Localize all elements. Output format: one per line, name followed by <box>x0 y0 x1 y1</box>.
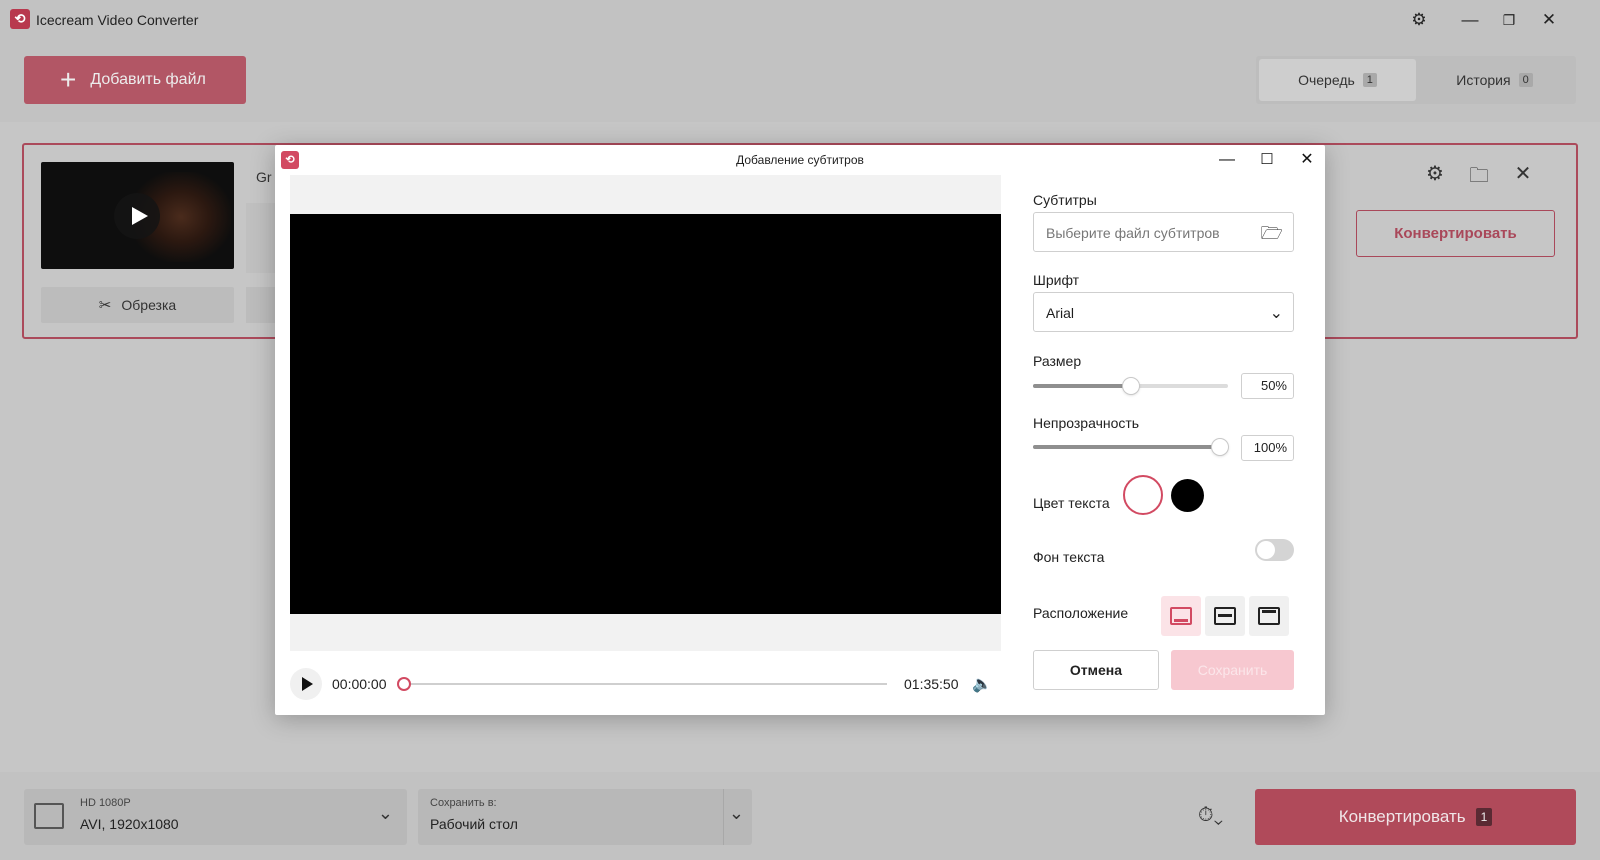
opacity-value[interactable]: 100% <box>1241 435 1294 461</box>
add-subtitles-dialog: ⟲ Добавление субтитров — ☐ ✕ 00:00:00 01… <box>275 145 1325 715</box>
size-label: Размер <box>1033 353 1082 369</box>
color-swatch-white[interactable] <box>1123 475 1163 515</box>
film-icon <box>34 803 64 829</box>
chevron-down-icon: ⌄ <box>1269 305 1283 322</box>
tab-queue-label: Очередь <box>1298 72 1355 88</box>
dialog-close-icon[interactable]: ✕ <box>1293 147 1321 173</box>
plus-icon: + <box>60 64 77 95</box>
position-top-button[interactable] <box>1249 596 1289 636</box>
opacity-slider-handle[interactable] <box>1212 439 1228 455</box>
dialog-title: Добавление субтитров <box>736 153 864 167</box>
opacity-slider[interactable] <box>1033 439 1228 455</box>
chevron-down-icon[interactable]: ⌄ <box>729 803 744 824</box>
position-middle-button[interactable] <box>1205 596 1245 636</box>
thumbnail-play-icon[interactable] <box>114 193 160 239</box>
save-to-label: Сохранить в: <box>430 797 497 809</box>
chevron-down-icon: ⌄ <box>377 803 393 823</box>
convert-all-count: 1 <box>1475 808 1493 826</box>
font-value: Arial <box>1046 305 1075 321</box>
open-folder-icon[interactable]: 🗁 <box>1261 221 1283 251</box>
file-settings-gear-icon[interactable]: ⚙ <box>1422 161 1448 186</box>
position-top-icon <box>1258 607 1280 625</box>
text-bg-toggle[interactable] <box>1255 539 1294 561</box>
cancel-button[interactable]: Отмена <box>1033 650 1159 690</box>
tab-history-count: 0 <box>1518 73 1533 87</box>
add-file-label: Добавить файл <box>90 71 206 88</box>
minimize-icon[interactable]: — <box>1457 8 1483 32</box>
queue-history-tabs: Очередь 1 История 0 <box>1256 56 1576 104</box>
subtitles-label: Субтитры <box>1033 192 1097 208</box>
size-slider[interactable] <box>1033 378 1228 394</box>
divider <box>723 789 724 845</box>
size-slider-handle[interactable] <box>1123 378 1139 394</box>
open-folder-icon[interactable]: 🗀 <box>1466 161 1492 195</box>
subtitles-file-field[interactable]: Выберите файл субтитров 🗁 <box>1033 212 1294 252</box>
text-bg-label: Фон текста <box>1033 549 1105 565</box>
tab-queue[interactable]: Очередь 1 <box>1259 59 1416 101</box>
seek-handle[interactable] <box>397 677 411 691</box>
text-color-label: Цвет текста <box>1033 495 1110 511</box>
position-label: Расположение <box>1033 605 1129 621</box>
add-file-button[interactable]: + Добавить файл <box>24 56 246 104</box>
schedule-clock-icon[interactable]: ⏱⌄ <box>1198 804 1223 827</box>
opacity-label: Непрозрачность <box>1033 415 1140 431</box>
tab-history-label: История <box>1456 72 1511 88</box>
current-time: 00:00:00 <box>332 676 387 692</box>
position-bottom-icon <box>1170 607 1192 625</box>
convert-all-label: Конвертировать <box>1338 807 1466 826</box>
save-to-value: Рабочий стол <box>430 816 518 832</box>
font-label: Шрифт <box>1033 272 1080 288</box>
file-name: Gr <box>256 169 272 185</box>
save-location-selector[interactable]: Сохранить в: Рабочий стол ⌄ <box>418 789 752 845</box>
restore-icon[interactable]: ❐ <box>1496 8 1522 32</box>
file-convert-button[interactable]: Конвертировать <box>1356 210 1555 257</box>
cut-button[interactable]: ✂ Обрезка <box>41 287 234 323</box>
app-logo-icon: ⟲ <box>10 9 30 29</box>
cut-label: Обрезка <box>121 297 177 313</box>
format-selector[interactable]: HD 1080P AVI, 1920x1080 ⌄ <box>24 789 407 845</box>
tab-history[interactable]: История 0 <box>1416 59 1573 101</box>
format-details: AVI, 1920x1080 <box>80 816 179 832</box>
duration: 01:35:50 <box>904 676 959 692</box>
position-middle-icon <box>1214 607 1236 625</box>
save-button[interactable]: Сохранить <box>1171 650 1294 690</box>
opacity-slider-fill <box>1033 445 1220 449</box>
seek-bar[interactable] <box>403 683 887 685</box>
font-select[interactable]: Arial ⌄ <box>1033 292 1294 332</box>
scissors-icon: ✂ <box>98 297 112 314</box>
settings-gear-icon[interactable]: ⚙ <box>1406 8 1432 32</box>
remove-file-close-icon[interactable]: ✕ <box>1510 161 1536 186</box>
convert-all-button[interactable]: Конвертировать 1 <box>1255 789 1576 845</box>
video-preview[interactable] <box>290 214 1001 614</box>
size-slider-fill <box>1033 384 1131 388</box>
color-swatch-black[interactable] <box>1171 479 1204 512</box>
file-info-icons <box>246 203 276 273</box>
subtitles-placeholder: Выберите файл субтитров <box>1046 225 1220 241</box>
size-value[interactable]: 50% <box>1241 373 1294 399</box>
app-title: Icecream Video Converter <box>36 12 199 28</box>
dialog-minimize-icon[interactable]: — <box>1213 147 1241 173</box>
volume-icon[interactable]: 🔈 <box>972 674 992 694</box>
play-button-icon[interactable] <box>290 668 322 700</box>
player-controls: 00:00:00 01:35:50 🔈 <box>290 668 1001 700</box>
video-thumbnail[interactable] <box>41 162 234 269</box>
format-quality: HD 1080P <box>80 797 131 809</box>
close-icon[interactable]: ✕ <box>1536 8 1562 32</box>
subtitles-button-partial[interactable] <box>246 287 276 323</box>
position-bottom-button[interactable] <box>1161 596 1201 636</box>
dialog-maximize-icon[interactable]: ☐ <box>1253 147 1281 173</box>
tab-queue-count: 1 <box>1362 73 1377 87</box>
